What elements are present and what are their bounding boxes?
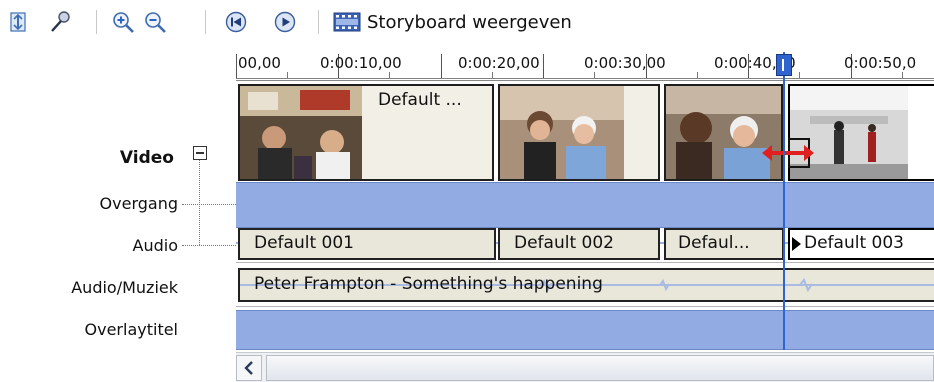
ruler-label: 0:00:50,0 [844, 54, 917, 72]
tree-connector [199, 160, 200, 245]
zoom-out-icon [145, 12, 166, 33]
music-clip-label: Peter Frampton - Something's happening [254, 274, 603, 294]
rewind-icon [225, 11, 247, 33]
music-clip[interactable]: Peter Frampton - Something's happening [238, 268, 934, 302]
clip-start-marker-icon [792, 237, 801, 251]
audio-clip-label: Default 002 [514, 233, 614, 253]
ruler-tick [492, 72, 493, 78]
rewind-button[interactable] [224, 10, 248, 34]
ruler-label: 0:00:20,00 [458, 54, 540, 72]
track-label-audio: Audio [132, 236, 178, 255]
ruler-tick [697, 72, 698, 78]
clip-title: Default ... [378, 90, 462, 110]
video-clip[interactable]: Default ... [238, 84, 494, 181]
video-clip[interactable] [498, 84, 660, 181]
audio-clip[interactable]: Default 001 [238, 228, 496, 260]
track-label-transition: Overgang [99, 194, 178, 213]
zoom-in-button[interactable] [111, 10, 135, 34]
video-track: Default ... [236, 80, 934, 181]
ruler-label: 0:00:30,00 [584, 54, 666, 72]
play-button[interactable] [273, 10, 297, 34]
show-storyboard-button[interactable]: Storyboard weergeven [333, 9, 572, 35]
ruler-tick [543, 54, 544, 78]
scroll-left-button[interactable] [236, 355, 262, 381]
toolbar-separator [318, 10, 319, 34]
zoom-out-button[interactable] [143, 10, 167, 34]
timeline-toolbar: Storyboard weergeven [0, 0, 934, 42]
audio-clip-selected[interactable]: Default 003 [788, 228, 934, 260]
tree-connector [182, 245, 236, 246]
audio-levels-icon [51, 11, 70, 32]
audio-track: Default 001 Default 002 Defaul... Defaul… [236, 228, 934, 263]
tree-connector [182, 204, 236, 205]
audio-levels-button[interactable] [48, 10, 72, 34]
clip-thumbnail [240, 86, 362, 179]
video-track-collapse-button[interactable] [193, 146, 207, 160]
horizontal-scrollbar[interactable] [236, 352, 934, 382]
ruler-label: 00,00 [238, 54, 281, 72]
timeline-narration-button[interactable] [6, 10, 30, 34]
ruler-tick [594, 72, 595, 78]
trim-handle-icon[interactable] [762, 135, 814, 171]
toolbar-separator [96, 10, 97, 34]
ruler-tick [236, 54, 237, 78]
storyboard-label: Storyboard weergeven [367, 11, 572, 33]
transition-track[interactable] [236, 182, 934, 228]
track-label-video: Video [119, 148, 174, 168]
time-ruler[interactable]: 00,00 0:00:10,00 0:00:20,00 0:00:30,00 0… [236, 52, 934, 79]
audio-clip-label: Default 001 [254, 233, 354, 253]
audio-clip-label: Default 003 [804, 233, 904, 253]
toolbar-separator [205, 10, 206, 34]
play-icon [274, 11, 296, 33]
timeline-narration-icon [10, 12, 26, 32]
chevron-left-icon [244, 361, 253, 375]
ruler-tick [799, 72, 800, 78]
zoom-in-icon [113, 12, 134, 33]
overlay-title-track[interactable] [236, 310, 934, 350]
playhead-line [783, 52, 785, 350]
audio-clip[interactable]: Default 002 [498, 228, 660, 260]
music-track: Peter Frampton - Something's happening [236, 266, 934, 307]
audio-clip-label: Defaul... [678, 233, 750, 253]
audio-clip[interactable]: Defaul... [664, 228, 784, 260]
scrollbar-thumb[interactable] [266, 355, 934, 381]
ruler-tick [287, 72, 288, 78]
track-label-music: Audio/Muziek [71, 278, 178, 297]
ruler-tick [902, 72, 903, 78]
clip-thumbnail [500, 86, 624, 179]
ruler-tick [389, 72, 390, 78]
ruler-tick [441, 54, 442, 78]
storyboard-icon [333, 12, 361, 32]
track-label-overlay: Overlaytitel [84, 320, 178, 339]
playhead-handle[interactable] [776, 54, 792, 76]
ruler-label: 0:00:10,00 [320, 54, 402, 72]
